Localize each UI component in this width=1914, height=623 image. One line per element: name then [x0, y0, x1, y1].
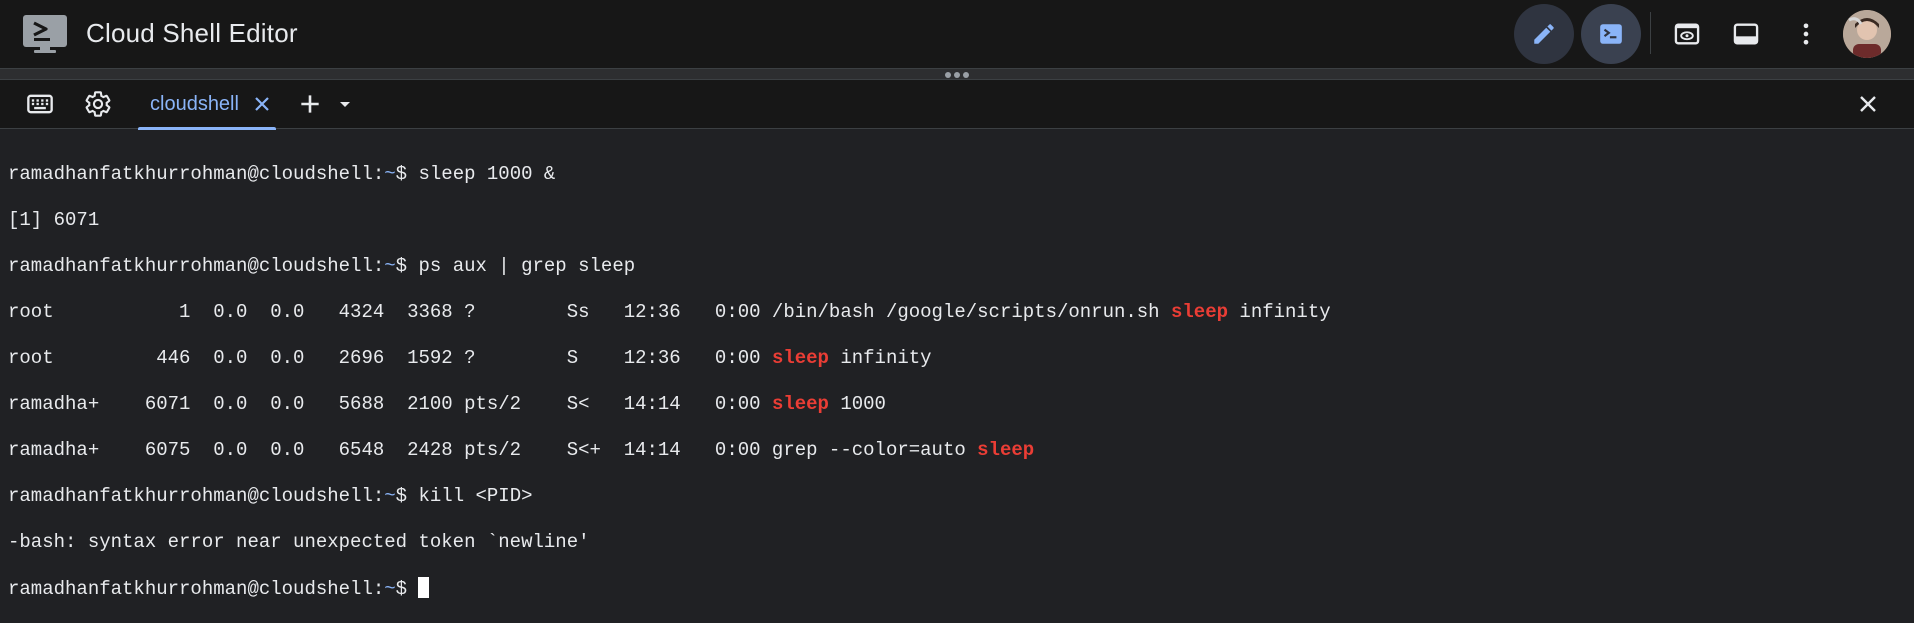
- close-icon: [255, 97, 269, 111]
- terminal-line: ramadhanfatkhurrohman@cloudshell:~$ ps a…: [8, 255, 636, 277]
- terminal-button[interactable]: [1581, 4, 1641, 64]
- app-title: Cloud Shell Editor: [86, 18, 298, 48]
- terminal-line: ramadhanfatkhurrohman@cloudshell:~$ kill…: [8, 485, 533, 507]
- header-divider: [1650, 12, 1651, 54]
- terminal-line: ramadhanfatkhurrohman@cloudshell:~$: [8, 577, 1906, 600]
- web-preview-icon: [1674, 23, 1700, 45]
- close-icon: [1860, 96, 1876, 112]
- drag-handle-icon: [943, 71, 971, 79]
- keyboard-icon: [27, 94, 53, 114]
- terminal-line: ramadha+ 6071 0.0 0.0 5688 2100 pts/2 S<…: [8, 393, 886, 415]
- terminal-icon: [1600, 24, 1622, 44]
- terminal-line: ramadhanfatkhurrohman@cloudshell:~$ slee…: [8, 163, 556, 185]
- terminal-tab-bar: cloudshell: [0, 80, 1914, 130]
- editor-button[interactable]: [1514, 4, 1574, 64]
- avatar[interactable]: [1843, 10, 1891, 58]
- cloud-shell-terminal-icon: [22, 14, 68, 54]
- tab-label: cloudshell: [150, 92, 239, 115]
- terminal-line: root 446 0.0 0.0 2696 1592 ? S 12:36 0:0…: [8, 347, 932, 369]
- terminal-output[interactable]: ramadhanfatkhurrohman@cloudshell:~$ slee…: [0, 130, 1914, 600]
- terminal-line: root 1 0.0 0.0 4324 3368 ? Ss 12:36 0:00…: [8, 301, 1331, 323]
- app-header: Cloud Shell Editor: [0, 0, 1914, 68]
- gear-icon: [85, 91, 111, 117]
- plus-icon: [301, 95, 319, 113]
- panel-resize-handle[interactable]: [0, 68, 1914, 80]
- tab-cloudshell[interactable]: cloudshell: [138, 80, 276, 130]
- terminal-line: [1] 6071: [8, 209, 100, 231]
- more-options-button[interactable]: [1776, 4, 1836, 64]
- web-preview-button[interactable]: [1657, 4, 1717, 64]
- terminal-cursor: [418, 577, 430, 598]
- chevron-down-icon: [340, 102, 350, 107]
- new-tab-button[interactable]: [290, 84, 330, 124]
- more-vert-icon: [1803, 23, 1809, 45]
- pencil-icon: [1534, 24, 1554, 44]
- close-terminal-button[interactable]: [1848, 84, 1888, 124]
- panel-layout-button[interactable]: [1716, 4, 1776, 64]
- terminal-line: -bash: syntax error near unexpected toke…: [8, 531, 590, 553]
- close-tab-button[interactable]: [252, 94, 272, 114]
- terminal-line: ramadha+ 6075 0.0 0.0 6548 2428 pts/2 S<…: [8, 439, 1035, 461]
- panel-layout-icon: [1733, 23, 1759, 45]
- settings-button[interactable]: [78, 84, 118, 124]
- tab-menu-button[interactable]: [330, 84, 360, 124]
- keyboard-button[interactable]: [20, 84, 60, 124]
